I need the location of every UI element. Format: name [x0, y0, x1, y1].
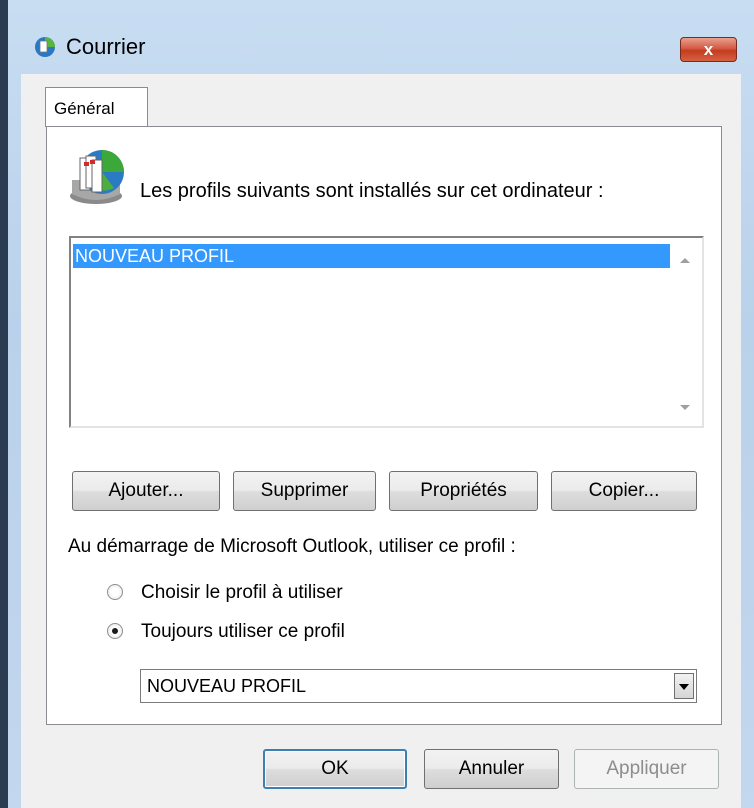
radio-always-use-profile[interactable]: [107, 623, 123, 639]
close-icon: x: [703, 39, 714, 59]
properties-button[interactable]: Propriétés: [389, 471, 538, 511]
list-item[interactable]: NOUVEAU PROFIL: [73, 244, 681, 268]
remove-button[interactable]: Supprimer: [233, 471, 376, 511]
title-bar: Courrier x: [0, 0, 754, 62]
tab-general[interactable]: Général: [45, 87, 148, 127]
radio-choose-profile-label[interactable]: Choisir le profil à utiliser: [141, 582, 343, 604]
scroll-down-arrow-icon[interactable]: [680, 405, 690, 410]
default-profile-value: NOUVEAU PROFIL: [147, 676, 307, 696]
radio-choose-profile[interactable]: [107, 584, 123, 600]
close-button[interactable]: x: [680, 37, 737, 62]
window-title: Courrier: [66, 34, 146, 59]
radio-always-use-profile-label[interactable]: Toujours utiliser ce profil: [141, 621, 345, 643]
mail-profiles-icon: [70, 150, 124, 204]
startup-profile-label: Au démarrage de Microsoft Outlook, utili…: [68, 536, 516, 557]
dropdown-button[interactable]: [674, 673, 694, 699]
tab-general-label: Général: [54, 99, 115, 118]
default-profile-select[interactable]: NOUVEAU PROFIL: [140, 669, 697, 703]
apply-button[interactable]: Appliquer: [574, 749, 719, 789]
mail-app-icon: [35, 37, 55, 57]
profile-list[interactable]: NOUVEAU PROFIL: [69, 236, 704, 428]
add-button[interactable]: Ajouter...: [72, 471, 220, 511]
cancel-button[interactable]: Annuler: [424, 749, 559, 789]
profiles-intro-label: Les profils suivants sont installés sur …: [140, 180, 604, 202]
copy-button[interactable]: Copier...: [551, 471, 697, 511]
scroll-up-arrow-icon[interactable]: [680, 258, 690, 263]
ok-button[interactable]: OK: [263, 749, 407, 789]
profile-list-scrollbar[interactable]: [670, 238, 700, 426]
chevron-down-icon: [679, 684, 689, 690]
